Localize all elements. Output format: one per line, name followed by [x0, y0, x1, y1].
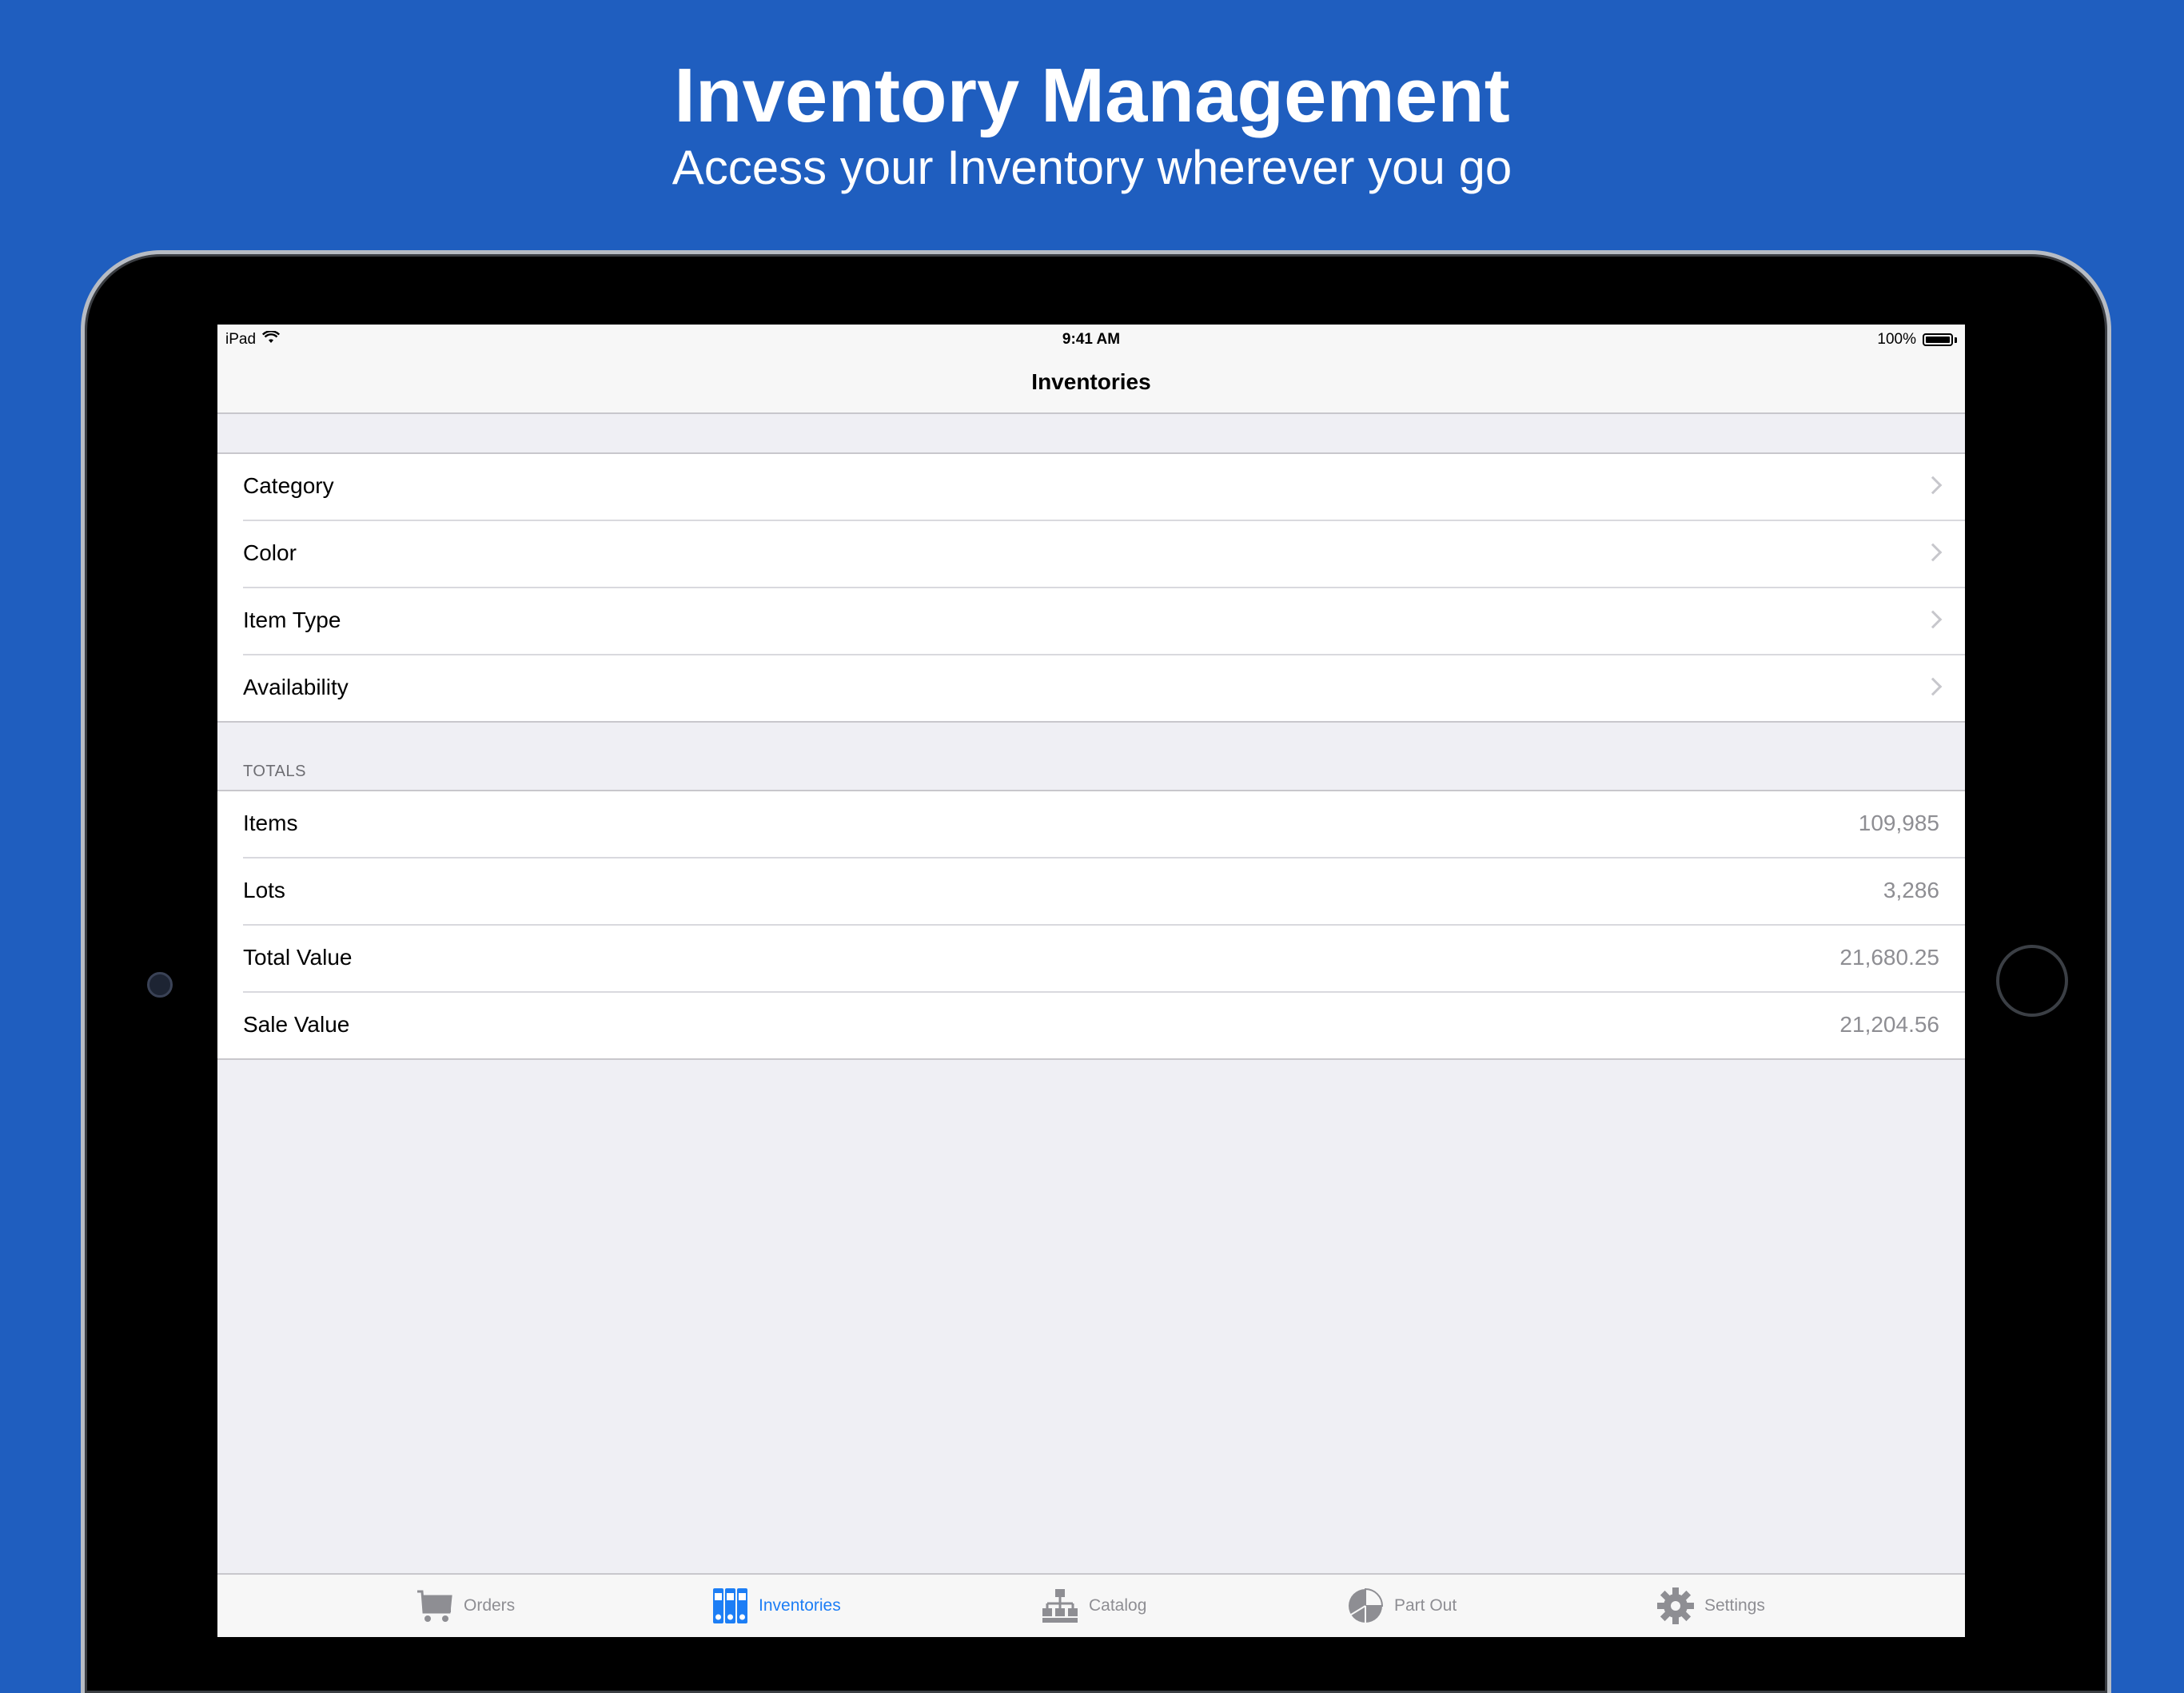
navigation-bar: Inventories	[217, 355, 1965, 414]
filter-row-availability[interactable]: Availability	[243, 655, 1965, 721]
pie-chart-icon	[1346, 1587, 1385, 1625]
battery-icon	[1923, 333, 1953, 346]
row-value: 3,286	[1883, 878, 1939, 902]
row-label: Availability	[243, 675, 349, 699]
chevron-right-icon	[1923, 476, 1943, 495]
chevron-right-icon	[1923, 543, 1943, 562]
row-label: Total Value	[243, 945, 353, 970]
filter-row-item-type[interactable]: Item Type	[243, 588, 1965, 655]
hero-subtitle: Access your Inventory wherever you go	[672, 141, 1512, 194]
filter-list: Category Color Item Type Availability	[217, 452, 1965, 723]
filter-row-category[interactable]: Category	[243, 454, 1965, 521]
battery-percent: 100%	[1877, 331, 1916, 348]
gear-icon	[1656, 1587, 1695, 1625]
tab-orders[interactable]: Orders	[416, 1586, 515, 1626]
binders-icon	[712, 1587, 749, 1625]
row-label: Color	[243, 540, 297, 565]
row-value: 21,204.56	[1839, 1012, 1939, 1037]
home-button[interactable]	[1996, 945, 2068, 1017]
row-label: Items	[243, 811, 298, 835]
front-camera	[147, 972, 173, 998]
row-label: Item Type	[243, 607, 341, 632]
filter-row-color[interactable]: Color	[243, 521, 1965, 588]
tab-label: Orders	[464, 1596, 516, 1615]
row-label: Lots	[243, 878, 285, 902]
tab-part-out[interactable]: Part Out	[1346, 1586, 1457, 1626]
battery-tip	[1955, 337, 1957, 343]
hero-title: Inventory Management	[674, 53, 1510, 138]
totals-row-sale-value: Sale Value 21,204.56	[243, 993, 1965, 1058]
screen: iPad 9:41 AM 100% Inventories Category C…	[217, 325, 1965, 1637]
totals-row-lots: Lots 3,286	[243, 858, 1965, 926]
cart-icon	[416, 1588, 454, 1623]
tab-label: Inventories	[759, 1596, 841, 1615]
status-bar: iPad 9:41 AM 100%	[217, 325, 1965, 355]
totals-section-header: TOTALS	[243, 763, 306, 780]
totals-list: Items 109,985 Lots 3,286 Total Value 21,…	[217, 790, 1965, 1060]
status-right: 100%	[1877, 331, 1957, 349]
tab-label: Settings	[1704, 1596, 1765, 1615]
totals-row-items: Items 109,985	[243, 791, 1965, 858]
totals-row-total-value: Total Value 21,680.25	[243, 926, 1965, 993]
tab-bar: Orders Inventories Catalog Part Out Sett…	[217, 1573, 1965, 1637]
row-value: 21,680.25	[1839, 945, 1939, 970]
nav-title: Inventories	[1031, 369, 1151, 394]
tab-label: Catalog	[1089, 1596, 1147, 1615]
tab-label: Part Out	[1394, 1596, 1457, 1615]
row-label: Sale Value	[243, 1012, 350, 1037]
row-value: 109,985	[1858, 811, 1939, 835]
tab-inventories[interactable]: Inventories	[712, 1586, 841, 1626]
chevron-right-icon	[1923, 677, 1943, 696]
hierarchy-icon	[1041, 1587, 1079, 1624]
status-time: 9:41 AM	[1062, 331, 1121, 348]
tab-catalog[interactable]: Catalog	[1041, 1586, 1146, 1626]
tab-settings[interactable]: Settings	[1656, 1586, 1765, 1626]
row-label: Category	[243, 473, 334, 498]
chevron-right-icon	[1923, 610, 1943, 629]
